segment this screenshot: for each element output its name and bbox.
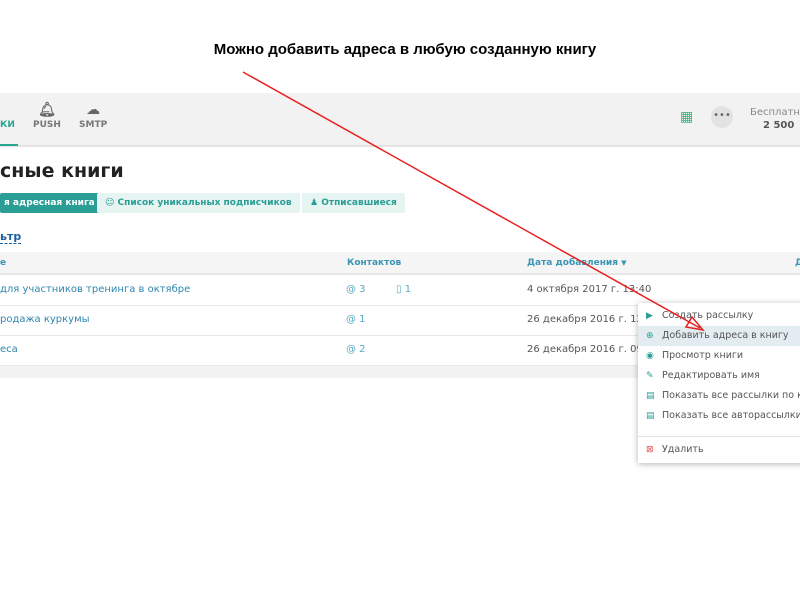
plan-value: 2 500 xyxy=(763,120,795,131)
col-date-label: Дата добавления xyxy=(527,258,619,268)
menu-label: Показать все рассылки по кни xyxy=(662,390,800,401)
menu-label: Удалить xyxy=(662,444,704,455)
table-row: для участников тренинга в октябре @ 3 ▯ … xyxy=(0,276,800,306)
col-contacts[interactable]: Контактов xyxy=(347,258,401,268)
page-title: сные книги xyxy=(0,160,124,182)
menu-label: Создать рассылку xyxy=(662,310,754,321)
menu-show-campaigns[interactable]: ▤ Показать все рассылки по кни xyxy=(638,386,800,406)
menu-add-addresses[interactable]: ⊕ Добавить адреса в книгу xyxy=(638,326,800,346)
menu-show-autocampaigns[interactable]: ▤ Показать все авторассылки п xyxy=(638,406,800,426)
filter-link[interactable]: ьтр xyxy=(0,230,22,244)
book-name[interactable]: родажа куркумы xyxy=(0,314,90,325)
cloud-upload-icon: ☁ xyxy=(86,102,101,118)
sort-down-icon: ▼ xyxy=(621,259,627,267)
user-icon: ♟ xyxy=(310,198,322,208)
tab-label: PUSH xyxy=(33,120,61,130)
menu-delete[interactable]: ⊠ Удалить xyxy=(638,440,800,460)
tab-smtp[interactable]: ☁ SMTP xyxy=(79,102,107,130)
users-icon: ☺ xyxy=(105,198,118,208)
table-header: е Контактов Дата добавления ▼ Д xyxy=(0,252,800,275)
tab-push[interactable]: 🔔︎ PUSH xyxy=(33,102,61,130)
menu-label: Добавить адреса в книгу xyxy=(662,330,789,341)
col-date[interactable]: Дата добавления ▼ xyxy=(527,258,627,268)
list-icon: ▤ xyxy=(646,391,655,401)
delete-icon: ⊠ xyxy=(646,445,654,455)
phone-count-value: 1 xyxy=(404,284,412,295)
email-count: @ 1 xyxy=(346,314,366,325)
new-address-book-button[interactable]: я адресная книга xyxy=(0,193,103,213)
email-count: @ 2 xyxy=(346,344,366,355)
book-name[interactable]: еса xyxy=(0,344,18,355)
date-added: 4 октября 2017 г. 13:40 xyxy=(527,284,652,295)
book-name[interactable]: для участников тренинга в октябре xyxy=(0,284,190,295)
phone-icon: ▯ xyxy=(396,284,405,295)
button-label: Список уникальных подписчиков xyxy=(117,198,292,208)
bell-icon: 🔔︎ xyxy=(38,102,56,118)
list-icon: ▤ xyxy=(646,411,655,421)
menu-label: Показать все авторассылки п xyxy=(662,410,800,421)
button-label: Отписавшиеся xyxy=(321,198,397,208)
tab-address-books[interactable]: КИ xyxy=(0,120,15,130)
menu-label: Редактировать имя xyxy=(662,370,760,381)
unique-subscribers-button[interactable]: ☺ Список уникальных подписчиков xyxy=(97,193,300,213)
menu-rename[interactable]: ✎ Редактировать имя xyxy=(638,366,800,386)
play-icon: ▶ xyxy=(646,311,653,321)
col-extra[interactable]: Д xyxy=(795,258,800,268)
col-name[interactable]: е xyxy=(0,258,6,268)
menu-label: Просмотр книги xyxy=(662,350,744,361)
pencil-icon: ✎ xyxy=(646,371,654,381)
date-added: 26 декабря 2016 г. 12:1 xyxy=(527,314,653,325)
gift-icon[interactable]: ▦ xyxy=(680,109,693,125)
top-nav: КИ 🔔︎ PUSH ☁ SMTP ▦ ••• Бесплатно 2 500 xyxy=(0,93,800,147)
menu-view-book[interactable]: ◉ Просмотр книги xyxy=(638,346,800,366)
email-count: @ 3 xyxy=(346,284,366,295)
date-added: 26 декабря 2016 г. 09:5 xyxy=(527,344,653,355)
tab-label: SMTP xyxy=(79,120,108,130)
more-button[interactable]: ••• xyxy=(711,106,733,128)
phone-count: ▯ 1 xyxy=(396,284,411,295)
active-tab-indicator xyxy=(0,144,18,146)
menu-divider xyxy=(638,436,800,437)
plus-circle-icon: ⊕ xyxy=(646,331,654,341)
plan-info: Бесплатно 2 500 xyxy=(750,106,800,132)
plan-label: Бесплатно xyxy=(750,107,800,118)
eye-icon: ◉ xyxy=(646,351,654,361)
annotation-caption: Можно добавить адреса в любую созданную … xyxy=(213,41,597,58)
context-menu: ▶ Создать рассылку ⊕ Добавить адреса в кни… xyxy=(638,303,800,463)
unsubscribed-button[interactable]: ♟ Отписавшиеся xyxy=(302,193,405,213)
menu-create-campaign[interactable]: ▶ Создать рассылку xyxy=(638,306,800,326)
